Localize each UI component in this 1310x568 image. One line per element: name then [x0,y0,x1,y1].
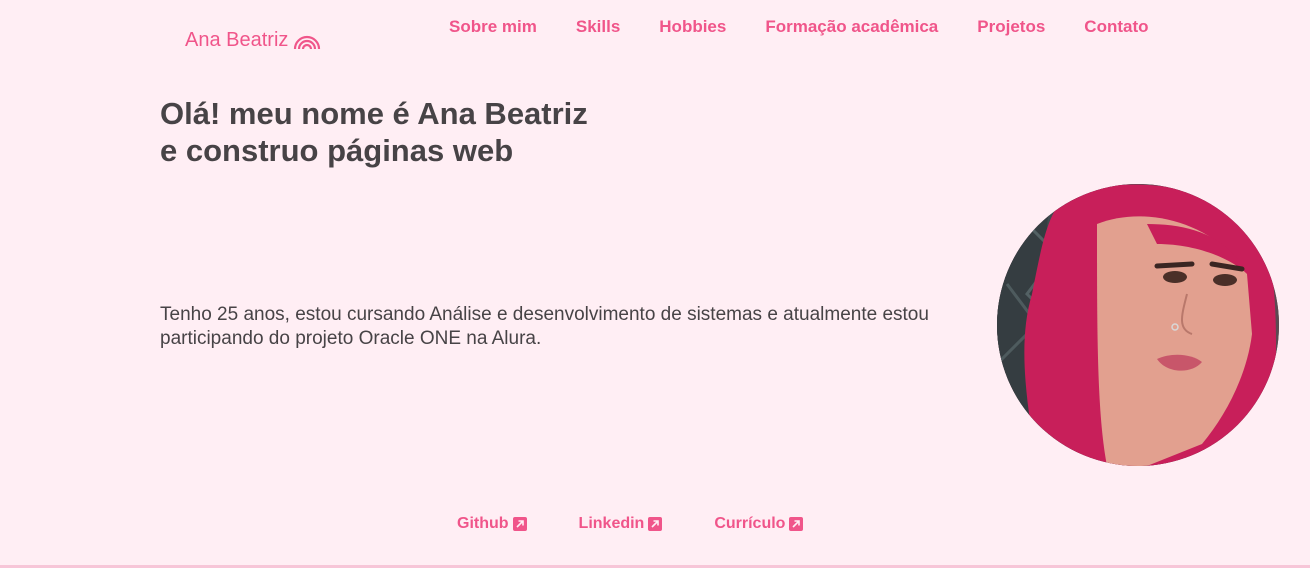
external-link-icon [512,517,527,531]
hero-title-line-2: e construo páginas web [160,133,514,168]
nav-contato[interactable]: Contato [1084,17,1148,37]
nav-projetos[interactable]: Projetos [977,17,1045,37]
nav-skills[interactable]: Skills [576,17,620,37]
social-links: Github Linkedin Currículo [457,514,804,534]
external-link-icon [789,517,804,531]
hero-description: Tenho 25 anos, estou cursando Análise e … [160,304,929,349]
nav-sobre-mim[interactable]: Sobre mim [449,17,537,37]
hero-title-line-1: Olá! meu nome é Ana Beatriz [160,96,588,131]
hero-title: Olá! meu nome é Ana Beatriz e construo p… [160,95,588,169]
main-nav: Sobre mim Skills Hobbies Formação acadêm… [449,17,1149,37]
linkedin-link-label: Linkedin [578,515,645,532]
rainbow-icon [294,35,321,49]
nav-hobbies[interactable]: Hobbies [659,17,726,37]
github-link[interactable]: Github [457,514,527,534]
github-link-label: Github [457,515,509,532]
site-header: Ana Beatriz Sobre mim Skills Hobbies For… [0,0,1310,80]
linkedin-link[interactable]: Linkedin [579,514,663,534]
logo-link[interactable]: Ana Beatriz [185,29,321,52]
external-link-icon [648,517,663,531]
curriculo-link[interactable]: Currículo [714,514,804,534]
logo-text: Ana Beatriz [185,29,289,51]
profile-photo-art [997,184,1279,466]
profile-photo [997,184,1279,466]
curriculo-link-label: Currículo [714,515,786,532]
nav-formacao-academica[interactable]: Formação acadêmica [765,17,938,37]
